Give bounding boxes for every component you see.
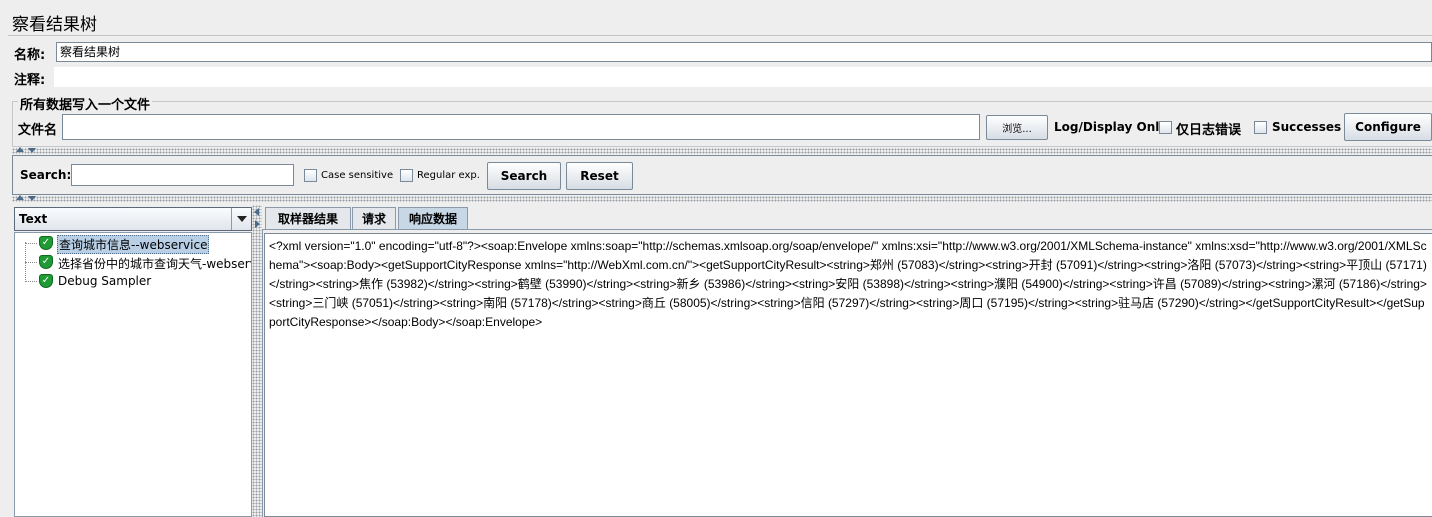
collapse-down-icon[interactable] [28,196,36,201]
collapse-right-icon[interactable] [255,220,260,228]
response-text: <?xml version="1.0" encoding="utf-8"?><s… [269,239,1427,329]
tab-sampler-result[interactable]: 取样器结果 [265,207,351,229]
title-separator [8,35,1432,36]
browse-button[interactable]: 浏览... [986,115,1048,140]
success-shield-icon: ✓ [39,274,53,288]
collapse-up-icon[interactable] [16,195,24,200]
successes-checkbox[interactable] [1254,121,1267,134]
filename-input[interactable] [62,114,980,140]
case-sensitive-label: Case sensitive [321,170,394,181]
collapse-down-icon[interactable] [28,148,36,153]
tree-item-label: 查询城市信息--webservice [57,235,210,254]
comment-label: 注释: [14,73,46,88]
renderer-dropdown[interactable]: Text [14,207,252,231]
response-text-area[interactable]: <?xml version="1.0" encoding="utf-8"?><s… [264,233,1432,517]
panel-title: 察看结果树 [12,15,97,35]
search-button[interactable]: Search [487,162,561,190]
name-label: 名称: [14,48,46,63]
filename-label: 文件名 [18,123,58,138]
search-input[interactable] [71,164,294,186]
errors-only-label: 仅日志错误 [1176,123,1242,138]
log-display-label: Log/Display Only: [1054,120,1172,134]
success-shield-icon: ✓ [39,255,53,269]
collapse-up-icon[interactable] [16,147,24,152]
regex-checkbox[interactable] [400,169,413,182]
result-tree: ✓ 查询城市信息--webservice ✓ 选择省份中的城市查询天气-webs… [14,232,252,517]
tree-item-label: 选择省份中的城市查询天气-webservice [58,257,251,271]
errors-only-checkbox[interactable] [1159,121,1172,134]
configure-button[interactable]: Configure [1344,113,1432,141]
split-divider-top[interactable] [12,148,1432,154]
tree-item-label: Debug Sampler [58,274,152,288]
renderer-selected: Text [19,212,48,226]
tab-response-data[interactable]: 响应数据 [398,207,468,229]
file-section-title: 所有数据写入一个文件 [18,94,153,113]
search-label: Search: [20,168,72,182]
name-field[interactable]: 察看结果树 [56,42,1432,62]
dropdown-arrow-icon [231,208,251,230]
successes-label: Successes [1272,120,1342,134]
case-sensitive-checkbox[interactable] [304,169,317,182]
vertical-splitter[interactable] [252,205,262,517]
comment-field[interactable] [54,67,1432,87]
regex-label: Regular exp. [417,170,480,181]
reset-button[interactable]: Reset [566,162,633,190]
collapse-left-icon[interactable] [254,208,259,216]
success-shield-icon: ✓ [39,236,53,250]
tab-request[interactable]: 请求 [352,207,396,229]
split-divider-middle[interactable] [12,196,1432,202]
